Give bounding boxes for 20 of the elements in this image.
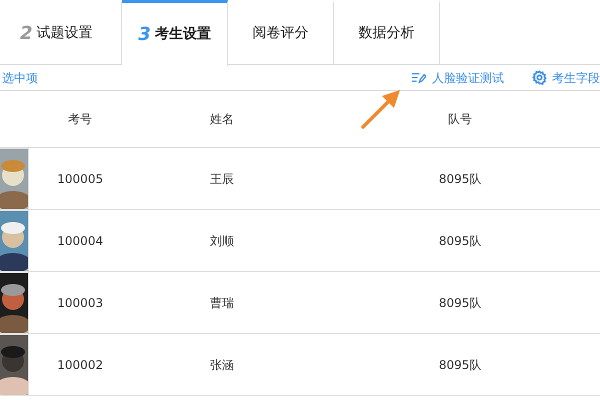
table-cell-text: 8095队: [438, 232, 482, 250]
step-number: 2: [20, 22, 33, 46]
table-cell-text: 100002: [57, 356, 104, 374]
table-cell-text: 100005: [57, 170, 104, 188]
table-cell-text: 8095队: [438, 294, 482, 312]
list-edit-icon: [411, 70, 426, 85]
table-cell-text: 100004: [57, 232, 104, 250]
table-cell-text: 8095队: [438, 170, 482, 188]
tab[interactable]: 3 考生设置: [122, 0, 228, 66]
table-cell-text: 王辰: [210, 170, 234, 188]
table-cell-text: 曹瑞: [210, 294, 234, 312]
step-number: 3: [138, 23, 151, 47]
table-cell-text: 8095队: [438, 356, 482, 374]
table-cell-text: 刘顺: [210, 232, 234, 250]
column-header: 考号: [68, 111, 92, 128]
column-header: 姓名: [210, 111, 234, 128]
column-header: 队号: [448, 111, 472, 128]
settings-icon: [532, 70, 547, 85]
table-cell-text: 张涵: [210, 356, 234, 374]
table-cell-text: 100003: [57, 294, 104, 312]
